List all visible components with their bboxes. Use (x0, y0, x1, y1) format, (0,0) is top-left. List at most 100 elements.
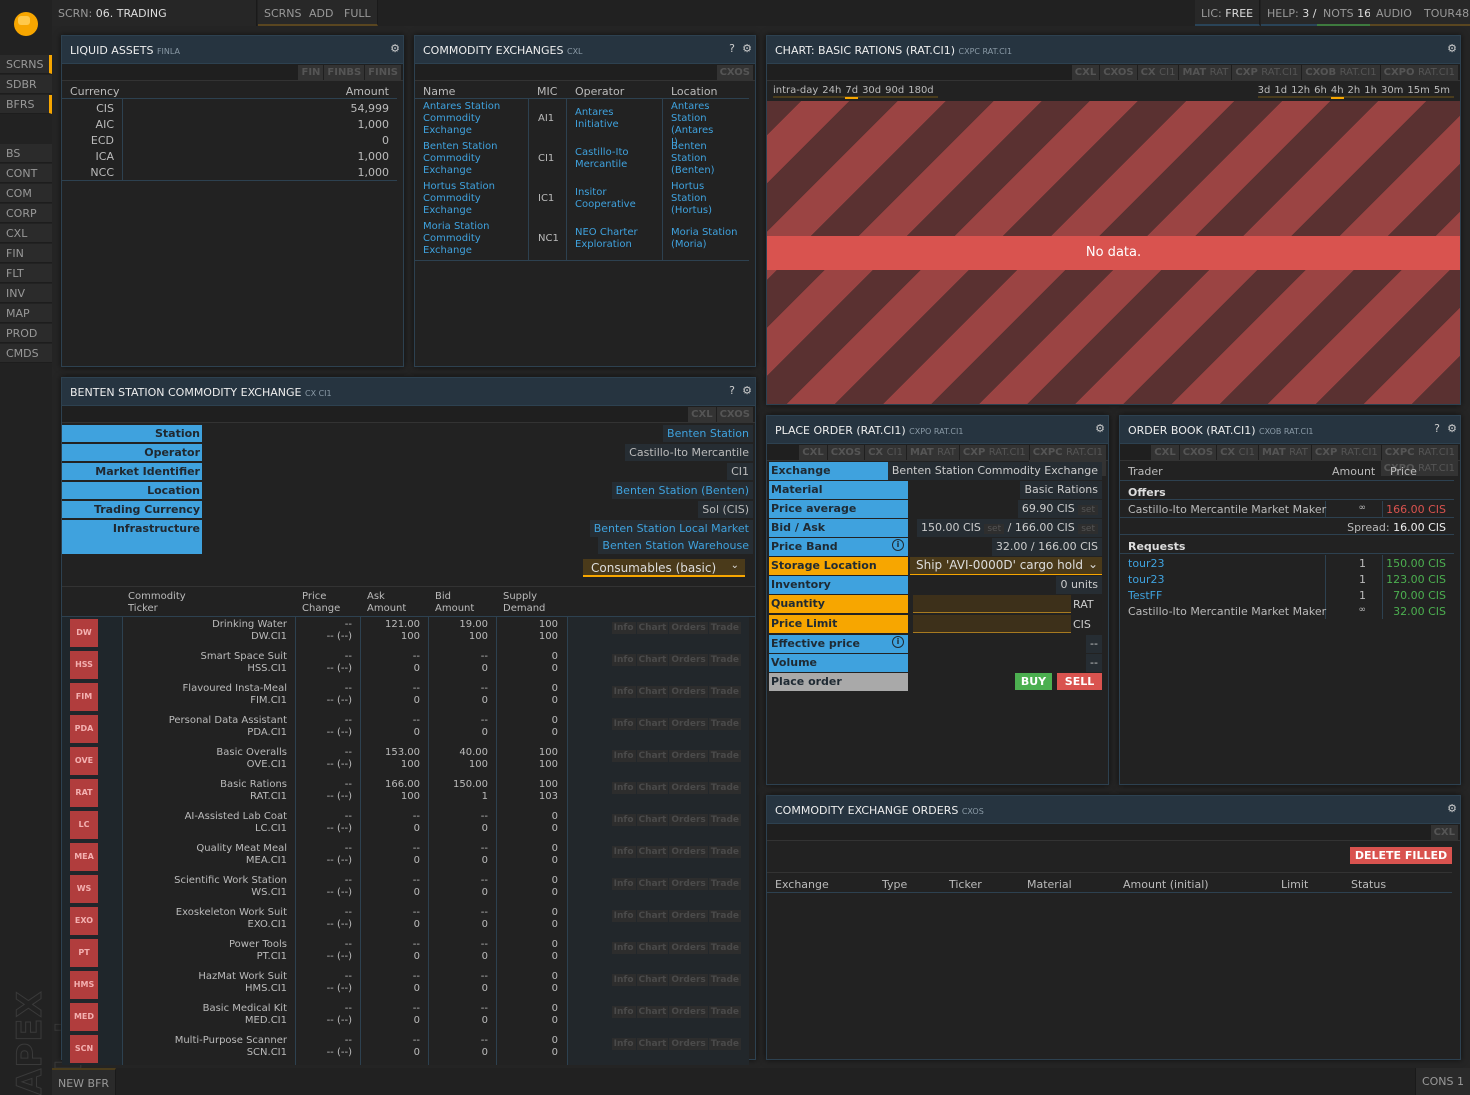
orders-button[interactable]: Orders (669, 718, 708, 730)
range-option[interactable]: 15m (1407, 85, 1429, 97)
cxos-button[interactable]: CXOS (827, 445, 865, 460)
trade-button[interactable]: Trade (708, 1038, 741, 1050)
cxp-button[interactable]: CXP RAT.CI1 (959, 445, 1029, 460)
new-buffer-button[interactable]: NEW BFR (52, 1068, 117, 1095)
range-option-selected[interactable]: 7d (845, 85, 859, 99)
chart-button[interactable]: Chart (636, 1038, 669, 1050)
price-limit-input[interactable] (913, 615, 1071, 633)
fin-button[interactable]: FIN (298, 65, 324, 80)
info-button[interactable]: Info (611, 1006, 636, 1018)
full-button[interactable]: FULL (338, 0, 378, 26)
cxp-button[interactable]: CXP RAT.CI1 (1311, 445, 1381, 460)
range-option[interactable]: 90d (885, 85, 904, 97)
range-option[interactable]: 12h (1291, 85, 1310, 97)
range-option[interactable]: 6h (1314, 85, 1327, 97)
info-button[interactable]: Info (611, 878, 636, 890)
orders-button[interactable]: Orders (669, 942, 708, 954)
set-bid-button[interactable]: set (984, 524, 1005, 534)
trade-button[interactable]: Trade (708, 1006, 741, 1018)
finis-button[interactable]: FINIS (365, 65, 401, 80)
storage-select[interactable]: Ship 'AVI-0000D' cargo hold ⌄ (910, 557, 1102, 575)
rail-bs[interactable]: BS (0, 144, 52, 163)
rail-flt[interactable]: FLT (0, 264, 52, 283)
location-link[interactable]: Moria Station (Moria) (671, 227, 751, 251)
cx-button[interactable]: CX CI1 (1217, 445, 1258, 460)
rail-map[interactable]: MAP (0, 304, 52, 323)
mat-button[interactable]: MAT RAT (1258, 445, 1311, 460)
scrns-button[interactable]: SCRNS (258, 0, 309, 26)
mat-button[interactable]: MAT RAT (906, 445, 959, 460)
cxl-button[interactable]: CXL (1071, 65, 1100, 80)
material-badge-exo[interactable]: EXO (70, 907, 98, 935)
cxl-button[interactable]: CXL (1151, 445, 1179, 460)
trader-name[interactable]: TestFF (1128, 589, 1162, 602)
orders-button[interactable]: Orders (669, 750, 708, 762)
rail-fin[interactable]: FIN (0, 244, 52, 263)
rail-bfrs[interactable]: BFRS (0, 95, 52, 114)
buy-button[interactable]: BUY (1015, 673, 1052, 690)
cxob-button[interactable]: CXOB RAT.CI1 (1302, 65, 1380, 80)
material-badge-lc[interactable]: LC (70, 811, 98, 839)
cxl-button[interactable]: CXL (799, 445, 827, 460)
rail-cont[interactable]: CONT (0, 164, 52, 183)
rail-corp[interactable]: CORP (0, 204, 52, 223)
help-icon[interactable]: ? (729, 384, 735, 397)
chart-button[interactable]: Chart (636, 718, 669, 730)
location-link[interactable]: Benten Station (Benten) (671, 141, 721, 177)
info-icon[interactable]: i (892, 636, 904, 648)
orders-button[interactable]: Orders (669, 1038, 708, 1050)
cxl-button[interactable]: CXL (688, 407, 716, 422)
range-option[interactable]: intra-day (773, 85, 818, 97)
info-button[interactable]: Info (611, 654, 636, 666)
location-link[interactable]: Hortus Station (Hortus) (671, 181, 721, 217)
info-button[interactable]: Info (611, 782, 636, 794)
trade-button[interactable]: Trade (708, 718, 741, 730)
chart-button[interactable]: Chart (636, 782, 669, 794)
material-badge-pt[interactable]: PT (70, 939, 98, 967)
console-button[interactable]: CONS 1 (1414, 1068, 1470, 1095)
trade-button[interactable]: Trade (708, 654, 741, 666)
add-button[interactable]: ADD (303, 0, 341, 26)
set-price-average-button[interactable]: set (1078, 505, 1098, 515)
orders-button[interactable]: Orders (669, 846, 708, 858)
help-icon[interactable]: ? (1434, 422, 1440, 435)
trade-button[interactable]: Trade (708, 846, 741, 858)
trade-button[interactable]: Trade (708, 878, 741, 890)
cxpc-button[interactable]: CXPC RAT.CI1 (1029, 445, 1106, 460)
info-icon[interactable]: i (892, 539, 904, 551)
orders-button[interactable]: Orders (669, 622, 708, 634)
trade-button[interactable]: Trade (708, 782, 741, 794)
orders-button[interactable]: Orders (669, 1006, 708, 1018)
trade-button[interactable]: Trade (708, 622, 741, 634)
trade-button[interactable]: Trade (708, 910, 741, 922)
gear-icon[interactable]: ⚙ (1447, 802, 1457, 815)
sell-button[interactable]: SELL (1057, 673, 1102, 690)
gear-icon[interactable]: ⚙ (742, 42, 752, 55)
rail-scrns[interactable]: SCRNS (0, 55, 52, 74)
info-button[interactable]: Info (611, 942, 636, 954)
chart-button[interactable]: Chart (636, 654, 669, 666)
info-button[interactable]: Info (611, 622, 636, 634)
chart-button[interactable]: Chart (636, 1006, 669, 1018)
operator-link[interactable]: NEO Charter Exploration (575, 227, 655, 251)
info-button[interactable]: Info (611, 686, 636, 698)
chart-button[interactable]: Chart (636, 910, 669, 922)
infrastructure-link[interactable]: Benten Station Local Market (589, 520, 753, 537)
audio-button[interactable]: AUDIO (1370, 0, 1419, 26)
help-icon[interactable]: ? (729, 42, 735, 55)
cxos-button[interactable]: CXOS (716, 407, 753, 422)
range-option[interactable]: 1d (1274, 85, 1287, 97)
trade-button[interactable]: Trade (708, 974, 741, 986)
rail-inv[interactable]: INV (0, 284, 52, 303)
rail-cxl[interactable]: CXL (0, 224, 52, 243)
chart-button[interactable]: Chart (636, 814, 669, 826)
operator-link[interactable]: Insitor Cooperative (575, 187, 655, 211)
set-ask-button[interactable]: set (1078, 524, 1098, 534)
chart-button[interactable]: Chart (636, 750, 669, 762)
chart-button[interactable]: Chart (636, 942, 669, 954)
range-option[interactable]: 30m (1381, 85, 1403, 97)
range-option[interactable]: 30d (862, 85, 881, 97)
trade-button[interactable]: Trade (708, 942, 741, 954)
rail-prod[interactable]: PROD (0, 324, 52, 343)
rail-com[interactable]: COM (0, 184, 52, 203)
